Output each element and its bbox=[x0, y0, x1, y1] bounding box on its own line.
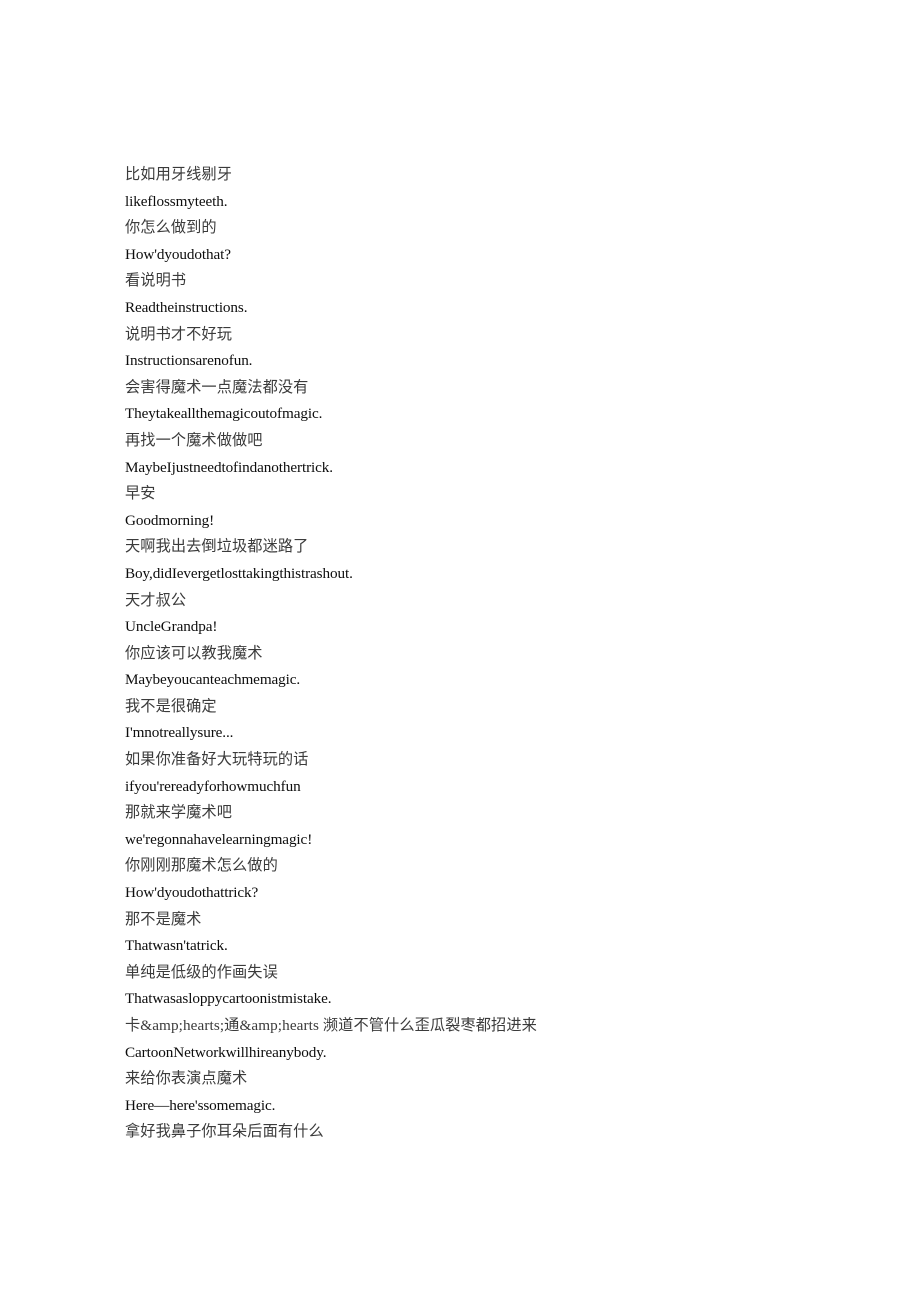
subtitle-line-zh: 比如用牙线剔牙 bbox=[125, 166, 233, 183]
subtitle-line-zh: 我不是很确定 bbox=[125, 697, 217, 715]
subtitle-line-zh: 你刚刚那魔术怎么做的 bbox=[125, 857, 278, 875]
subtitle-line-zh: 那就来学魔术吧 bbox=[125, 804, 233, 822]
subtitle-line-en: UncleGrandpa! bbox=[125, 618, 218, 636]
subtitle-line-en: Theytakeallthemagicoutofmagic. bbox=[125, 405, 323, 423]
subtitle-line-en: Here—here'ssomemagic. bbox=[125, 1096, 276, 1114]
subtitle-line-en: I'mnotreallysure... bbox=[125, 724, 234, 742]
document-page: 比如用牙线剔牙 likeflossmyteeth. 你怎么做到的 How'dyoudo… bbox=[0, 0, 920, 1301]
subtitle-line-zh: 你应该可以教我魔术 bbox=[125, 644, 263, 662]
subtitle-line-zh: 来给你表演点魔术 bbox=[125, 1070, 248, 1088]
subtitle-line-en: How'dyoudothat? bbox=[125, 245, 231, 263]
subtitle-line-zh: 拿好我鼻子你耳朵后面有什么 bbox=[125, 1123, 324, 1141]
subtitle-line-zh: 再找一个魔术做做吧 bbox=[125, 431, 263, 449]
subtitle-line-en: Instructionsarenofun. bbox=[125, 352, 253, 370]
subtitle-line-zh: 天啊我出去倒垃圾都迷路了 bbox=[125, 538, 309, 556]
subtitle-line-zh: 你怎么做到的 bbox=[125, 219, 217, 237]
subtitle-line-en: MaybeIjustneedtofindanothertrick. bbox=[125, 458, 333, 476]
subtitle-line-en: Thatwasn'tatrick. bbox=[125, 937, 228, 955]
subtitle-line-zh: 那不是魔术 bbox=[125, 910, 202, 928]
subtitle-line-en: Goodmorning! bbox=[125, 511, 215, 529]
subtitle-line-en: Maybeyoucanteachmemagic. bbox=[125, 671, 301, 689]
subtitle-line-en: we'regonnahavelearningmagic! bbox=[125, 830, 313, 848]
subtitle-transcript-body: 比如用牙线剔牙 likeflossmyteeth. 你怎么做到的 How'dyoudo… bbox=[125, 162, 825, 1146]
subtitle-line-zh: 看说明书 bbox=[125, 272, 187, 290]
subtitle-line-zh: 如果你准备好大玩特玩的话 bbox=[125, 751, 309, 769]
subtitle-line-en: Boy,didIevergetlosttakingthistrashout. bbox=[125, 564, 353, 582]
subtitle-line-zh: 卡&amp;hearts;通&amp;hearts 濒道不管什么歪瓜裂枣都招进来 bbox=[125, 1017, 537, 1034]
subtitle-line-en: Readtheinstructions. bbox=[125, 298, 248, 316]
subtitle-line-en: CartoonNetworkwillhireanybody. bbox=[125, 1043, 327, 1061]
subtitle-line-zh: 会害得魔术一点魔法都没有 bbox=[125, 378, 309, 396]
subtitle-line-en: ifyou'rereadyforhowmuchfun bbox=[125, 777, 301, 795]
subtitle-line-zh: 天才叔公 bbox=[125, 591, 187, 609]
subtitle-line-zh: 说明书才不好玩 bbox=[125, 325, 233, 343]
subtitle-line-en: Thatwasasloppycartoonistmistake. bbox=[125, 990, 332, 1008]
subtitle-line-zh: 早安 bbox=[125, 485, 156, 503]
subtitle-line-en: How'dyoudothattrick? bbox=[125, 884, 259, 902]
subtitle-line-en: likeflossmyteeth. bbox=[125, 192, 228, 210]
subtitle-line-zh: 单纯是低级的作画失误 bbox=[125, 963, 278, 981]
